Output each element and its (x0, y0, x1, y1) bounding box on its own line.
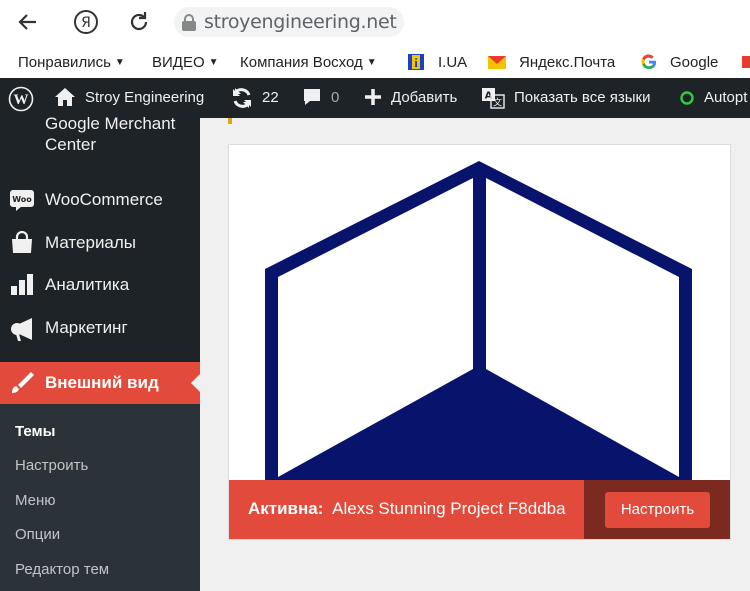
autoptimize-link[interactable]: Autopt (704, 89, 747, 106)
sidebar-item-label: Маркетинг (45, 318, 128, 337)
translate-icon: A文 (481, 86, 505, 115)
yandex-icon[interactable]: Я (72, 8, 100, 36)
bookmarks-bar: Понравились ▼ ВИДЕО ▼ Компания Восход ▼ i I… (0, 46, 750, 78)
theme-name-text: Alexs Stunning Project F8ddba (332, 499, 566, 518)
bookmark-folder-ponravilis[interactable]: Понравились ▼ (18, 54, 125, 71)
show-all-languages-link[interactable]: Показать все языки (514, 89, 650, 106)
sidebar-item-appearance[interactable]: Внешний вид (0, 362, 200, 404)
google-icon (640, 53, 658, 71)
sidebar-item-label: Внешний вид (45, 373, 159, 392)
comments-count[interactable]: 0 (331, 89, 339, 106)
sidebar-item-marketing[interactable]: Маркетинг (0, 318, 200, 344)
theme-actions: Настроить (584, 480, 730, 539)
submenu-item-theme-editor[interactable]: Редактор тем (15, 561, 109, 578)
theme-active-bar: Активна: Alexs Stunning Project F8ddba Н… (229, 480, 730, 539)
comments-icon (301, 86, 323, 113)
theme-name: Активна: Alexs Stunning Project F8ddba (248, 499, 566, 519)
active-label: Активна: (248, 499, 324, 518)
bookmark-overflow-icon[interactable] (741, 53, 750, 71)
submenu-item-options[interactable]: Опции (15, 526, 60, 543)
plus-icon (362, 86, 384, 113)
paintbrush-icon (10, 371, 36, 400)
active-theme-card[interactable]: Активна: Alexs Stunning Project F8ddba Н… (228, 144, 731, 540)
updates-icon (230, 86, 254, 115)
customize-button[interactable]: Настроить (605, 492, 710, 528)
sidebar-item-label: WooCommerce (45, 190, 163, 209)
shopping-bag-icon (10, 230, 34, 260)
themes-content: Активна: Alexs Stunning Project F8ddba Н… (200, 118, 750, 591)
bookmark-label: I.UA (438, 54, 468, 71)
appearance-submenu: Темы Настроить Меню Опции Редактор тем (0, 404, 200, 591)
site-name-link[interactable]: Stroy Engineering (85, 89, 204, 106)
status-circle-icon (680, 91, 694, 110)
caret-down-icon: ▼ (366, 57, 377, 68)
sidebar-item-materials[interactable]: Материалы (0, 230, 200, 260)
sidebar-item-google-merchant[interactable]: Google Merchant Center (0, 113, 200, 157)
lock-icon (182, 14, 196, 31)
wp-admin-bar: W Stroy Engineering 22 0 Добавить A文 Пок… (0, 78, 750, 118)
submenu-item-menus[interactable]: Меню (15, 492, 56, 509)
svg-text:Я: Я (81, 15, 91, 31)
sidebar-item-label: Аналитика (45, 275, 130, 294)
woocommerce-icon: Woo (10, 190, 34, 217)
svg-text:文: 文 (493, 97, 502, 109)
bar-chart-icon (10, 273, 34, 302)
caret-down-icon: ▼ (114, 57, 125, 68)
sidebar-item-label: Материалы (45, 233, 137, 252)
submenu-item-themes[interactable]: Темы (15, 423, 55, 440)
address-bar[interactable]: stroyengineering.net (174, 7, 404, 37)
bookmark-google[interactable]: Google (670, 54, 718, 71)
bookmark-label: ВИДЕО (152, 54, 205, 71)
sidebar-item-label: Google Merchant Center (45, 114, 176, 154)
updates-count[interactable]: 22 (262, 89, 279, 106)
mail-icon (487, 53, 506, 71)
submenu-item-customize[interactable]: Настроить (15, 457, 88, 474)
admin-sidebar: Google Merchant Center Woo WooCommerce М… (0, 114, 200, 591)
caret-down-icon: ▼ (208, 57, 219, 68)
browser-toolbar: Я stroyengineering.net (0, 0, 750, 46)
bookmark-iua[interactable]: I.UA (438, 54, 467, 71)
bookmark-folder-voskhod[interactable]: Компания Восход ▼ (240, 54, 377, 71)
current-menu-arrow (191, 374, 200, 392)
back-arrow-icon[interactable] (14, 8, 42, 36)
bookmark-label: Компания Восход (240, 54, 363, 71)
bookmark-yandex-mail[interactable]: Яндекс.Почта (519, 54, 615, 71)
reload-icon[interactable] (125, 8, 153, 36)
svg-text:W: W (14, 92, 29, 108)
add-new-link[interactable]: Добавить (391, 89, 457, 106)
bookmark-label: Яндекс.Почта (519, 54, 616, 71)
url-text: stroyengineering.net (204, 11, 397, 33)
svg-text:Woo: Woo (12, 195, 32, 204)
sidebar-item-analytics[interactable]: Аналитика (0, 273, 200, 302)
home-icon (54, 86, 76, 113)
notice-edge (228, 118, 232, 124)
bookmark-label: Понравились (18, 54, 111, 71)
house-logo-image (265, 161, 692, 480)
sidebar-item-woocommerce[interactable]: Woo WooCommerce (0, 190, 200, 216)
svg-text:i: i (414, 55, 418, 70)
bookmark-label: Google (670, 54, 719, 71)
bookmark-folder-video[interactable]: ВИДЕО ▼ (152, 54, 219, 71)
theme-screenshot[interactable] (229, 145, 730, 480)
iua-icon: i (407, 53, 425, 71)
megaphone-icon (10, 316, 36, 347)
